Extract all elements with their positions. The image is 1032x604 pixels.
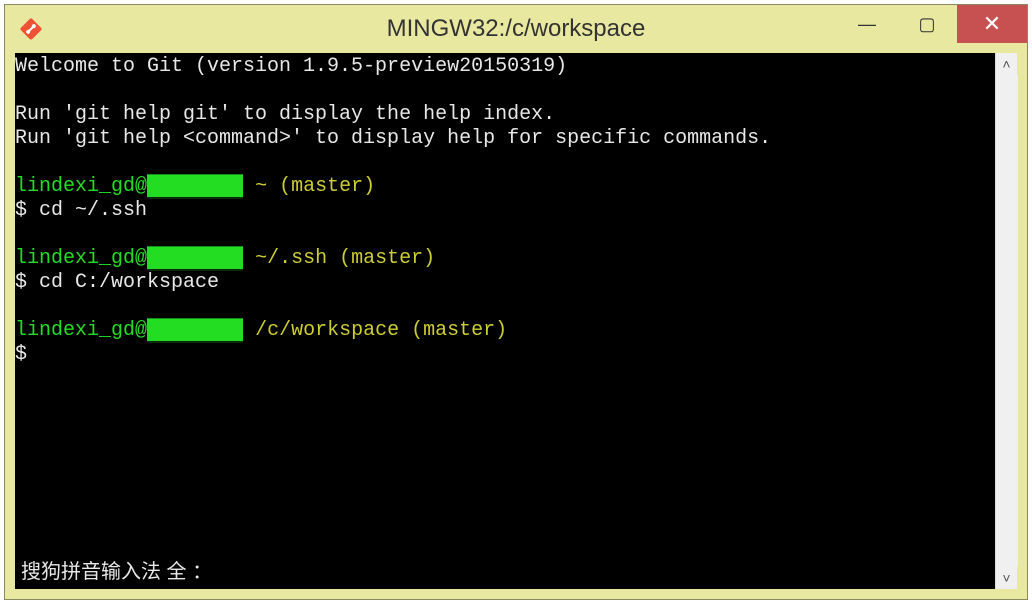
prompt-3-path: /c/workspace [255,319,399,342]
titlebar[interactable]: MINGW32:/c/workspace — ▢ ✕ [5,5,1027,53]
minimize-icon: — [858,14,876,35]
prompt-2-host: ████████ [147,247,243,271]
prompt-1-host: ████████ [147,175,243,199]
command-3: $ [15,343,27,366]
welcome-line: Welcome to Git (version 1.9.5-preview201… [15,55,567,78]
ime-text: 搜狗拼音输入法 全 ： [21,561,212,583]
scroll-up-button[interactable]: ˄ [996,53,1018,75]
command-1: $ cd ~/.ssh [15,199,147,222]
vertical-scrollbar[interactable]: ˄ ˅ [995,53,1017,589]
prompt-1-branch: (master) [279,175,375,198]
minimize-button[interactable]: — [837,5,897,43]
window-controls: — ▢ ✕ [837,5,1027,43]
maximize-button[interactable]: ▢ [897,5,957,43]
git-icon [19,17,43,41]
chevron-up-icon: ˄ [1002,56,1010,72]
prompt-3-user: lindexi_gd@ [15,319,147,342]
prompt-2-path: ~/.ssh [255,247,327,270]
client-area: Welcome to Git (version 1.9.5-preview201… [15,53,1017,589]
prompt-1-path: ~ [255,175,267,198]
chevron-down-icon: ˅ [1002,570,1010,586]
close-button[interactable]: ✕ [957,5,1027,43]
close-icon: ✕ [983,11,1001,37]
prompt-3-host: ████████ [147,319,243,343]
scrollbar-track[interactable] [996,75,1018,567]
prompt-3-branch: (master) [411,319,507,342]
scroll-down-button[interactable]: ˅ [996,567,1018,589]
ime-status-bar: 搜狗拼音输入法 全 ： [15,559,218,589]
prompt-1-user: lindexi_gd@ [15,175,147,198]
maximize-icon: ▢ [918,14,935,35]
terminal-output[interactable]: Welcome to Git (version 1.9.5-preview201… [15,53,995,589]
help-line-1: Run 'git help git' to display the help i… [15,103,555,126]
command-2: $ cd C:/workspace [15,271,219,294]
help-line-2: Run 'git help <command>' to display help… [15,127,771,150]
prompt-2-branch: (master) [339,247,435,270]
prompt-2-user: lindexi_gd@ [15,247,147,270]
app-window: MINGW32:/c/workspace — ▢ ✕ Welcome to Gi… [4,4,1028,600]
